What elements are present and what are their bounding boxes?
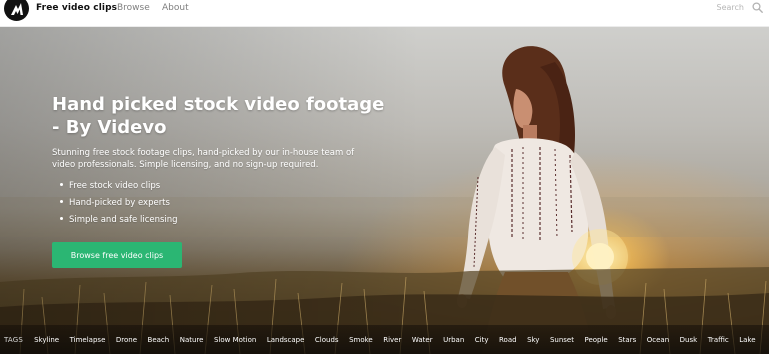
feature-text: Hand-picked by experts: [69, 198, 170, 208]
tag-link[interactable]: Road: [499, 336, 517, 344]
top-navigation-bar: Free video clips Browse About: [0, 0, 769, 27]
videvo-logo-icon[interactable]: [4, 0, 29, 21]
hero-headline-line: Hand picked stock video footage: [52, 94, 385, 115]
browse-free-video-clips-button[interactable]: Browse free video clips: [52, 242, 182, 268]
search-icon[interactable]: [752, 2, 763, 13]
tag-link[interactable]: Ocean: [647, 336, 669, 344]
tags-bar: TAGS Skyline Timelapse Drone Beach Natur…: [0, 325, 769, 354]
tag-link[interactable]: Smoke: [349, 336, 373, 344]
tag-link[interactable]: Slow Motion: [214, 336, 256, 344]
tag-link[interactable]: Nature: [180, 336, 204, 344]
bullet-icon: [60, 217, 63, 220]
hero-headline: Hand picked stock video footage - By Vid…: [52, 93, 392, 139]
feature-item: Simple and safe licensing: [60, 212, 178, 229]
bullet-icon: [60, 183, 63, 186]
tag-link[interactable]: City: [475, 336, 489, 344]
tags-label: TAGS: [4, 335, 24, 344]
hero-description-line: Stunning free stock footage clips, hand-…: [52, 148, 355, 158]
nav-link-browse[interactable]: Browse: [117, 3, 150, 13]
feature-text: Simple and safe licensing: [69, 215, 178, 225]
tag-link[interactable]: Dusk: [680, 336, 698, 344]
tag-link[interactable]: Beach: [148, 336, 170, 344]
tag-link[interactable]: Landscape: [267, 336, 305, 344]
tag-link[interactable]: Sky: [527, 336, 539, 344]
tag-link[interactable]: River: [383, 336, 401, 344]
hero-description-line: video professionals. Simple licensing, a…: [52, 160, 319, 170]
tag-link[interactable]: Timelapse: [70, 336, 106, 344]
tag-link[interactable]: Traffic: [708, 336, 729, 344]
hero-banner: Hand picked stock video footage - By Vid…: [0, 27, 769, 354]
nav-link-about[interactable]: About: [162, 3, 189, 13]
feature-list: Free stock video clips Hand-picked by ex…: [60, 178, 178, 229]
tag-link[interactable]: Clouds: [315, 336, 339, 344]
search-input[interactable]: [688, 0, 744, 14]
tag-link[interactable]: Sunset: [550, 336, 574, 344]
tag-link[interactable]: Drone: [116, 336, 137, 344]
feature-item: Hand-picked by experts: [60, 195, 178, 212]
tag-link[interactable]: Lake: [739, 336, 755, 344]
bullet-icon: [60, 200, 63, 203]
tag-link[interactable]: People: [584, 336, 607, 344]
hero-description: Stunning free stock footage clips, hand-…: [52, 147, 382, 171]
feature-text: Free stock video clips: [69, 181, 161, 191]
tag-link[interactable]: Stars: [618, 336, 636, 344]
feature-item: Free stock video clips: [60, 178, 178, 195]
brand-name[interactable]: Free video clips: [36, 3, 117, 13]
tag-link[interactable]: Skyline: [34, 336, 59, 344]
tag-link[interactable]: Urban: [443, 336, 464, 344]
tag-link[interactable]: Water: [412, 336, 433, 344]
hero-headline-line: - By Videvo: [52, 117, 167, 138]
